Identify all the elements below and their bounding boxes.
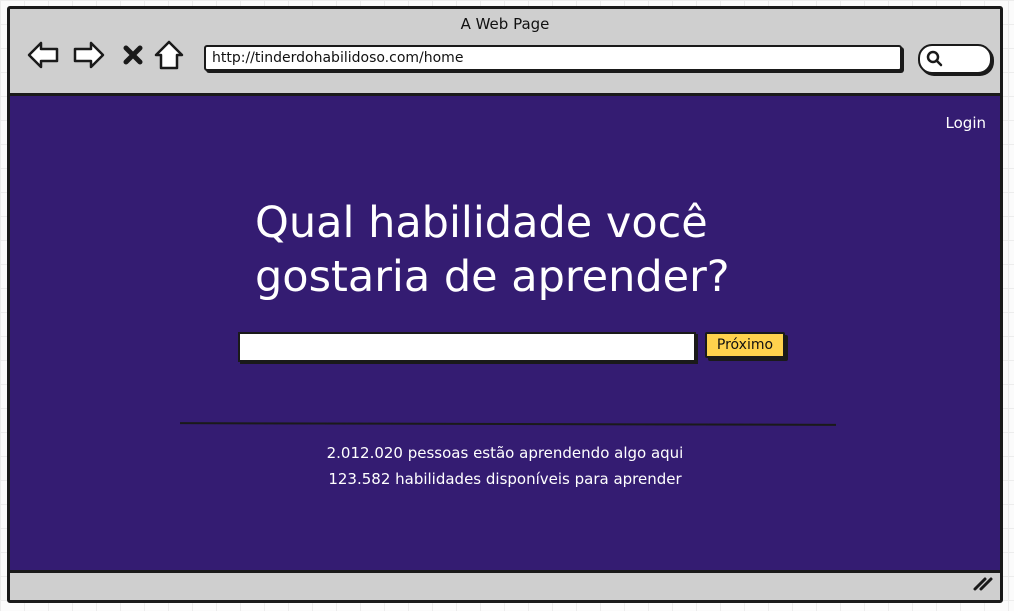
forward-icon[interactable] — [72, 38, 106, 72]
next-button[interactable]: Próximo — [705, 332, 785, 358]
skills-count-text: 123.582 habilidades disponíveis para apr… — [328, 470, 682, 488]
close-icon[interactable] — [116, 38, 150, 72]
learners-count-text: 2.012.020 pessoas estão aprendendo algo … — [326, 444, 684, 462]
window-title: A Web Page — [460, 15, 550, 33]
browser-window: A Web Page http://tinderdohabilidoso.com… — [7, 6, 1003, 603]
url-bar[interactable]: http://tinderdohabilidoso.com/home — [204, 45, 902, 71]
hero-headline: Qual habilidade você gostaria de aprende… — [255, 198, 730, 302]
login-link[interactable]: Login — [946, 114, 986, 132]
back-icon[interactable] — [26, 38, 60, 72]
resize-grip-icon[interactable] — [972, 574, 994, 596]
page-content: Login Qual habilidade você gostaria de a… — [10, 93, 1000, 573]
search-icon — [926, 50, 943, 67]
divider — [179, 422, 837, 426]
browser-search-box[interactable] — [918, 44, 992, 74]
skill-search-input[interactable] — [238, 332, 696, 362]
home-icon[interactable] — [152, 38, 186, 72]
